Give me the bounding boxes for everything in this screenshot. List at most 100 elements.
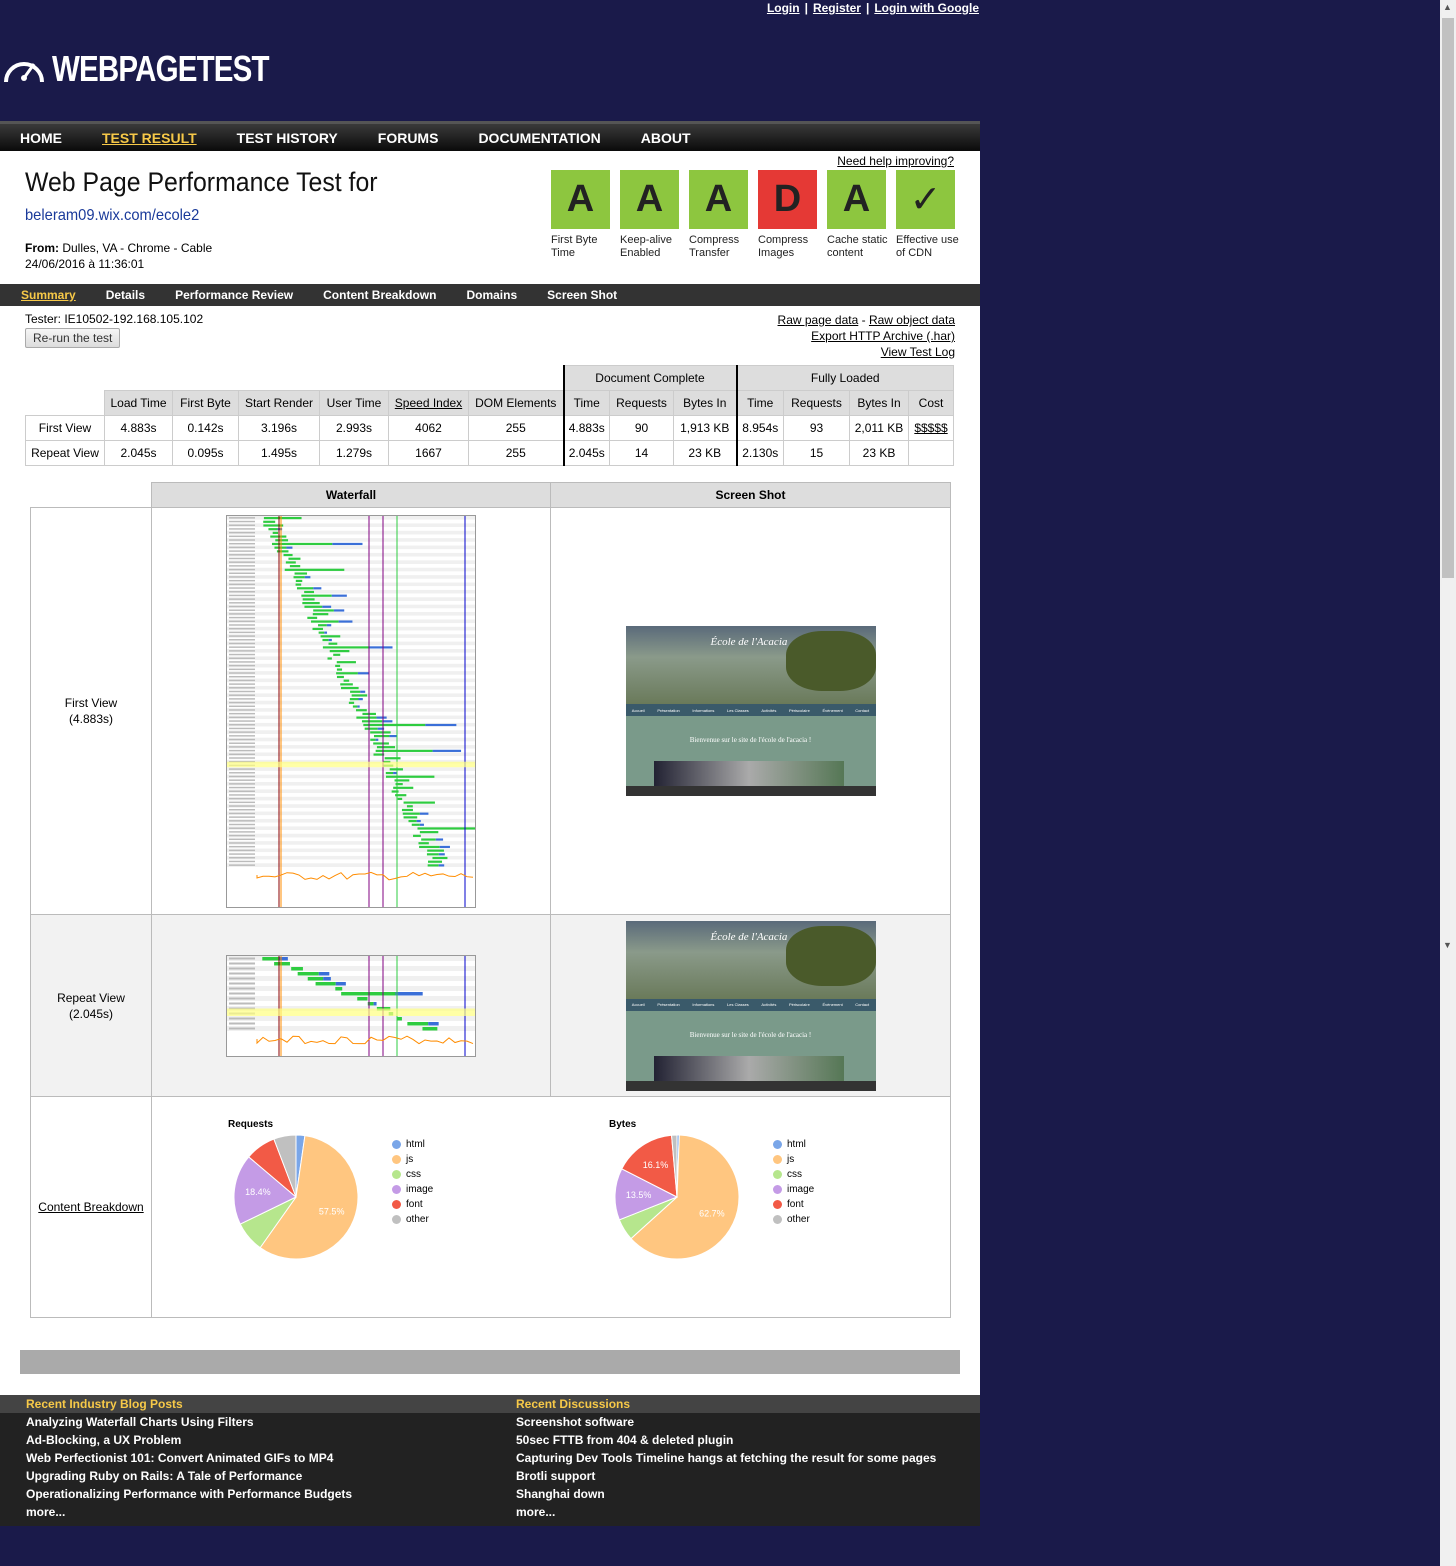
- view-test-log-link[interactable]: View Test Log: [881, 345, 955, 359]
- nav-forums[interactable]: FORUMS: [378, 130, 439, 146]
- blog-post-link[interactable]: Operationalizing Performance with Perfor…: [26, 1485, 352, 1503]
- scroll-up-icon[interactable]: ▲: [1443, 2, 1452, 12]
- register-link[interactable]: Register: [813, 1, 861, 15]
- discussion-link[interactable]: Shanghai down: [516, 1485, 936, 1503]
- waterfall-bar: [296, 586, 314, 589]
- repeat-view-waterfall[interactable]: [226, 954, 476, 1057]
- legend-item-font[interactable]: font: [773, 1199, 853, 1210]
- waterfall-url-label: [229, 756, 255, 759]
- content-breakdown-label-cell[interactable]: Content Breakdown: [30, 1096, 152, 1318]
- tab-domains[interactable]: Domains: [466, 288, 517, 302]
- waterfall-url-label: [229, 1022, 255, 1024]
- discussion-link[interactable]: 50sec FTTB from 404 & deleted plugin: [516, 1431, 936, 1449]
- nav-about[interactable]: ABOUT: [641, 130, 691, 146]
- logo[interactable]: WEBPAGETEST: [2, 48, 316, 90]
- discussion-link[interactable]: Capturing Dev Tools Timeline hangs at fe…: [516, 1449, 936, 1467]
- blog-post-link[interactable]: Web Perfectionist 101: Convert Animated …: [26, 1449, 352, 1467]
- cost-link[interactable]: $$$$$: [914, 421, 947, 435]
- repeat-view-waterfall-cell[interactable]: [151, 914, 551, 1097]
- repeat-view-screenshot-cell[interactable]: École de l'Acacia Accueil Présentation Info…: [550, 914, 951, 1097]
- legend-item-image[interactable]: image: [392, 1184, 472, 1195]
- speed-index-link[interactable]: Speed Index: [395, 396, 462, 410]
- login-google-link[interactable]: Login with Google: [874, 1, 979, 15]
- legend-item-image[interactable]: image: [773, 1184, 853, 1195]
- scroll-down-icon[interactable]: ▼: [1443, 940, 1452, 950]
- grade-first-byte[interactable]: A First Byte Time: [551, 170, 620, 260]
- tested-url-link[interactable]: beleram09.wix.com/ecole2: [25, 207, 199, 225]
- help-improving-link[interactable]: Need help improving?: [837, 154, 954, 168]
- requests-pie: 57.5% 18.4%: [234, 1135, 359, 1260]
- tab-screen-shot[interactable]: Screen Shot: [547, 288, 617, 302]
- grade-box[interactable]: A: [551, 170, 610, 229]
- legend-item-js[interactable]: js: [773, 1154, 853, 1165]
- nav-documentation[interactable]: DOCUMENTATION: [478, 130, 600, 146]
- grade-keep-alive[interactable]: A Keep-alive Enabled: [620, 170, 689, 260]
- discussions-more-link[interactable]: more...: [516, 1503, 936, 1521]
- rerun-button[interactable]: Re-run the test: [25, 328, 121, 348]
- first-view-screenshot-cell[interactable]: École de l'Acacia Accueil Présentation Info…: [550, 507, 951, 915]
- legend-dot: [773, 1200, 782, 1209]
- scroll-thumb[interactable]: [1442, 18, 1454, 578]
- grade-box[interactable]: ✓: [896, 170, 955, 229]
- nav-test-history[interactable]: TEST HISTORY: [237, 130, 338, 146]
- first-view-screenshot[interactable]: École de l'Acacia Accueil Présentation Info…: [625, 626, 876, 796]
- waterfall-bar: [274, 546, 287, 549]
- tab-details[interactable]: Details: [106, 288, 145, 302]
- legend-item-css[interactable]: css: [773, 1169, 853, 1180]
- grade-box[interactable]: A: [689, 170, 748, 229]
- legend-dot: [392, 1155, 401, 1164]
- waterfall-bar: [291, 966, 303, 970]
- waterfall-url-label: [229, 664, 255, 666]
- legend-item-js[interactable]: js: [392, 1154, 472, 1165]
- grade-box[interactable]: A: [620, 170, 679, 229]
- grade-box[interactable]: D: [758, 170, 817, 229]
- first-view-waterfall[interactable]: [226, 514, 479, 908]
- screenshot-gallery: [653, 1055, 844, 1082]
- legend-item-other[interactable]: other: [392, 1214, 472, 1225]
- waterfall-row: [227, 530, 475, 534]
- waterfall-bar: [389, 767, 403, 770]
- blog-post-link[interactable]: Ad-Blocking, a UX Problem: [26, 1431, 352, 1449]
- waterfall-row: [227, 960, 475, 966]
- legend-item-other[interactable]: other: [773, 1214, 853, 1225]
- nav-home[interactable]: HOME: [20, 130, 62, 146]
- tab-performance-review[interactable]: Performance Review: [175, 288, 293, 302]
- top-links: Login | Register | Login with Google: [766, 1, 979, 15]
- pie-slice-label: 18.4%: [245, 1187, 271, 1197]
- waterfall-bar: [406, 804, 413, 807]
- legend-item-font[interactable]: font: [392, 1199, 472, 1210]
- cost-cell[interactable]: $$$$$: [908, 415, 954, 441]
- grade-compress-transfer[interactable]: A Compress Transfer: [689, 170, 758, 260]
- waterfall-bar: [427, 863, 439, 866]
- repeat-view-screenshot[interactable]: École de l'Acacia Accueil Présentation Info…: [625, 920, 876, 1091]
- login-link[interactable]: Login: [767, 1, 800, 15]
- nav-test-result[interactable]: TEST RESULT: [102, 130, 197, 146]
- discussion-link[interactable]: Brotli support: [516, 1467, 936, 1485]
- tab-summary[interactable]: Summary: [21, 288, 76, 302]
- blog-post-link[interactable]: Upgrading Ruby on Rails: A Tale of Perfo…: [26, 1467, 352, 1485]
- raw-page-data-link[interactable]: Raw page data: [778, 313, 859, 327]
- grade-cache-static[interactable]: A Cache static content: [827, 170, 896, 260]
- waterfall-row: [227, 1015, 475, 1021]
- legend-item-html[interactable]: html: [773, 1139, 853, 1150]
- waterfall-bar: [263, 523, 284, 527]
- discussion-link[interactable]: Screenshot software: [516, 1413, 936, 1431]
- content-breakdown-link[interactable]: Content Breakdown: [38, 1200, 143, 1214]
- waterfall-url-label: [229, 775, 255, 777]
- first-view-waterfall-cell[interactable]: [151, 507, 551, 915]
- grade-compress-images[interactable]: D Compress Images: [758, 170, 827, 260]
- legend-item-css[interactable]: css: [392, 1169, 472, 1180]
- legend-dot: [773, 1170, 782, 1179]
- blog-post-link[interactable]: Analyzing Waterfall Charts Using Filters: [26, 1413, 352, 1431]
- scrollbar[interactable]: ▲ ▼: [1440, 0, 1456, 1566]
- grade-cdn[interactable]: ✓ Effective use of CDN: [896, 170, 965, 260]
- raw-object-data-link[interactable]: Raw object data: [869, 313, 955, 327]
- waterfall-row: [227, 622, 475, 627]
- col-header-speed-index[interactable]: Speed Index: [388, 390, 469, 416]
- legend-item-html[interactable]: html: [392, 1139, 472, 1150]
- waterfall-url-label: [229, 804, 255, 807]
- export-har-link[interactable]: Export HTTP Archive (.har): [811, 329, 955, 343]
- blog-more-link[interactable]: more...: [26, 1503, 352, 1521]
- tab-content-breakdown[interactable]: Content Breakdown: [323, 288, 436, 302]
- grade-box[interactable]: A: [827, 170, 886, 229]
